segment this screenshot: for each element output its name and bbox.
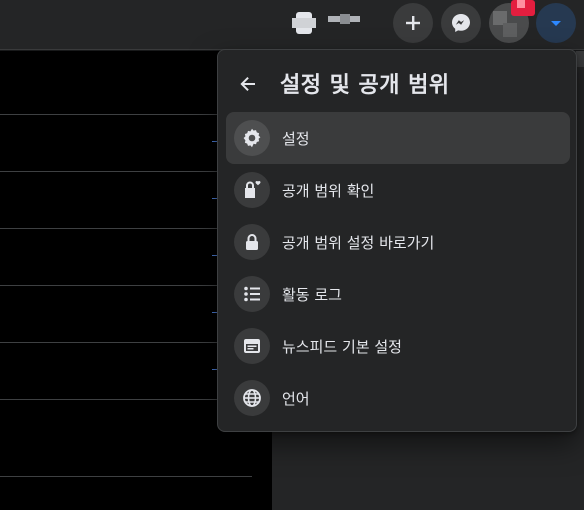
menu-item-label: 언어	[282, 390, 310, 408]
menu-item-label: 활동 로그	[282, 286, 342, 304]
menu-title: 설정 및 공개 범위	[280, 73, 450, 98]
menu-item-label: 뉴스피드 기본 설정	[282, 338, 402, 356]
menu-item-label: 설정	[282, 130, 310, 148]
menu-item-privacy-checkup[interactable]: 공개 범위 확인	[226, 164, 570, 216]
settings-privacy-menu: 설정 및 공개 범위 설정 공개 범위 확인 공개 범위 설정 바로가기 활동 …	[217, 49, 577, 432]
menu-item-news-feed-preferences[interactable]: 뉴스피드 기본 설정	[226, 320, 570, 372]
feed-window-icon	[234, 328, 270, 364]
top-navigation-bar	[0, 0, 584, 50]
account-menu-button[interactable]	[536, 3, 576, 43]
arrow-left-icon	[240, 77, 255, 91]
list-icon	[234, 276, 270, 312]
menu-item-activity-log[interactable]: 활동 로그	[226, 268, 570, 320]
lock-heart-icon	[234, 172, 270, 208]
caret-down-icon	[551, 21, 561, 26]
notifications-button[interactable]	[489, 0, 535, 43]
menu-item-label: 공개 범위 확인	[282, 182, 375, 200]
globe-icon	[234, 380, 270, 416]
messenger-button[interactable]	[441, 3, 481, 43]
profile-shortcut[interactable]	[288, 6, 368, 42]
menu-header: 설정 및 공개 범위	[218, 50, 576, 112]
menu-item-privacy-shortcuts[interactable]: 공개 범위 설정 바로가기	[226, 216, 570, 268]
menu-item-language[interactable]: 언어	[226, 372, 570, 424]
menu-item-label: 공개 범위 설정 바로가기	[282, 234, 435, 252]
lock-icon	[234, 224, 270, 260]
gear-icon	[234, 120, 270, 156]
back-button[interactable]	[230, 66, 266, 102]
create-button[interactable]	[393, 3, 433, 43]
messenger-icon	[452, 14, 470, 32]
plus-icon	[406, 16, 420, 30]
menu-item-settings[interactable]: 설정	[226, 112, 570, 164]
scrollbar[interactable]	[576, 51, 584, 67]
